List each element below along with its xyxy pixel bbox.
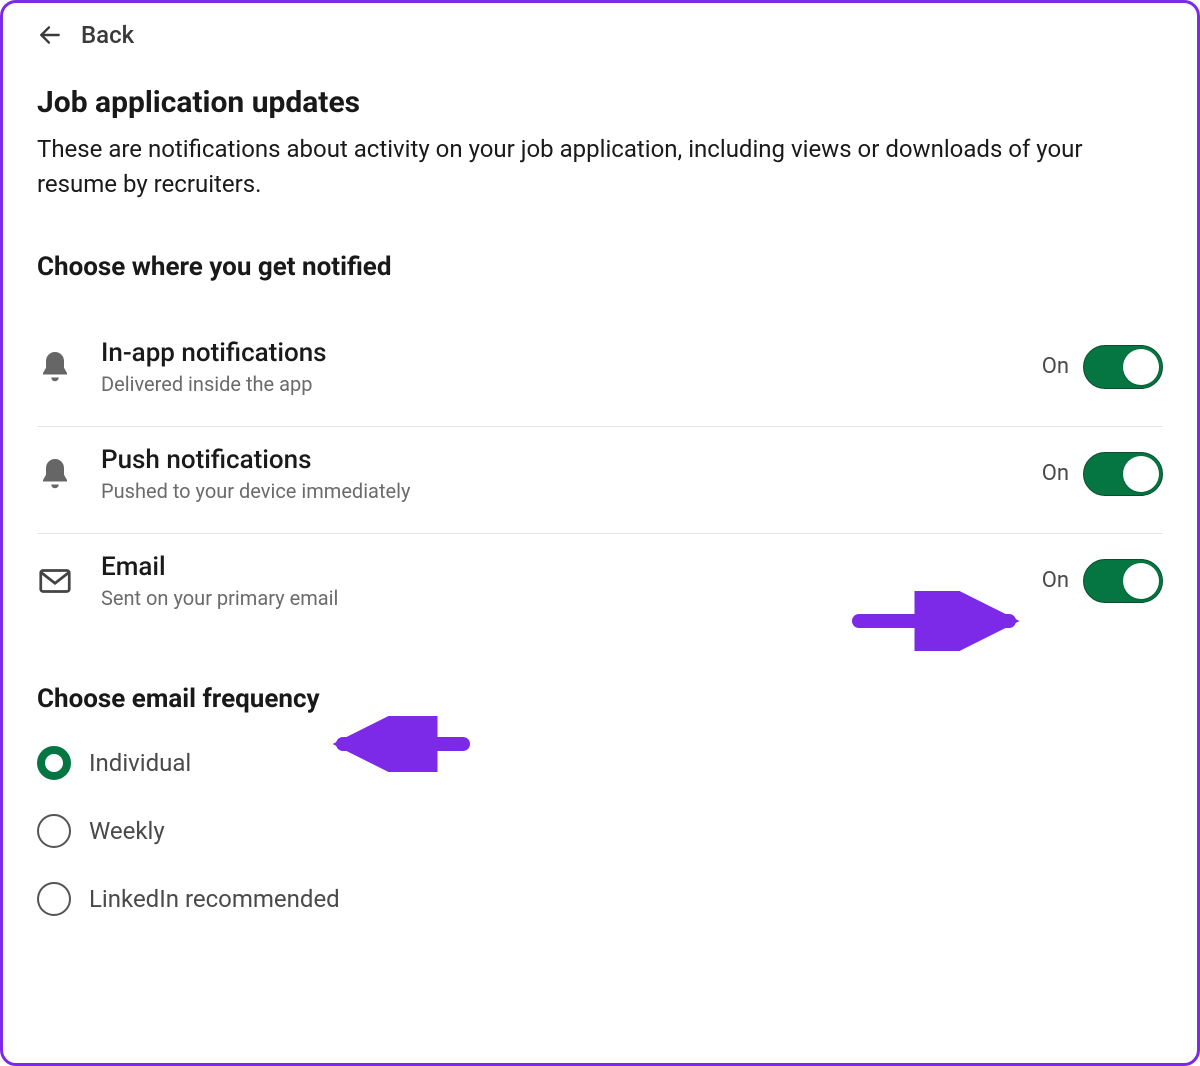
envelope-icon [37,563,101,599]
back-label: Back [81,21,134,49]
arrow-left-icon [37,22,63,48]
settings-panel: Back Job application updates These are n… [0,0,1200,1066]
toggle-in-app[interactable] [1083,345,1163,389]
notification-row-push: Push notifications Pushed to your device… [37,427,1163,534]
radio-label: LinkedIn recommended [89,885,340,913]
frequency-section-title: Choose email frequency [37,684,1163,714]
toggle-state-label: On [1042,461,1069,486]
page-title: Job application updates [37,85,1163,120]
notification-subtitle: Delivered inside the app [101,372,1042,396]
notification-title: Push notifications [101,445,1042,475]
notification-title: In-app notifications [101,338,1042,368]
toggle-push[interactable] [1083,452,1163,496]
toggle-email[interactable] [1083,559,1163,603]
notification-row-in-app: In-app notifications Delivered inside th… [37,320,1163,427]
toggle-state-label: On [1042,568,1069,593]
notification-row-email: Email Sent on your primary email On [37,534,1163,640]
notification-subtitle: Sent on your primary email [101,586,1042,610]
bell-icon [37,456,101,492]
bell-icon [37,349,101,385]
radio-individual[interactable]: Individual [37,746,1163,780]
radio-icon [37,746,71,780]
notification-title: Email [101,552,1042,582]
page-description: These are notifications about activity o… [37,132,1137,202]
radio-linkedin-recommended[interactable]: LinkedIn recommended [37,882,1163,916]
notification-subtitle: Pushed to your device immediately [101,479,1042,503]
toggle-state-label: On [1042,354,1069,379]
radio-icon [37,882,71,916]
radio-label: Weekly [89,817,165,845]
radio-icon [37,814,71,848]
radio-weekly[interactable]: Weekly [37,814,1163,848]
radio-label: Individual [89,749,191,777]
notify-section-title: Choose where you get notified [37,252,1163,282]
back-button[interactable]: Back [37,21,1163,49]
